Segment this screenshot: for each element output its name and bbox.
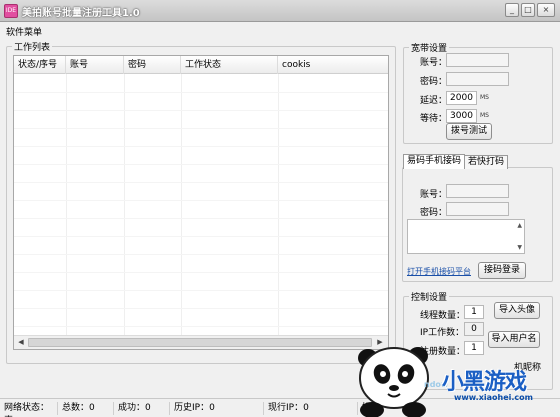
menu-software[interactable]: 软件菜单 xyxy=(6,25,42,38)
sms-password-label: 密码： xyxy=(420,208,448,218)
bb-password-label: 密码： xyxy=(420,77,448,87)
column-password[interactable]: 密码 xyxy=(124,56,181,74)
bb-account-label: 账号： xyxy=(420,58,448,68)
scroll-down-icon[interactable]: ▼ xyxy=(517,244,522,251)
dial-test-button[interactable]: 拨号测试 xyxy=(446,123,492,140)
current-ip: 现行IP：0 xyxy=(264,402,358,415)
ip-work-field[interactable]: 0 xyxy=(464,322,484,336)
column-cookis[interactable]: cookis xyxy=(278,56,388,74)
watermark-logo: 小黑游戏 xyxy=(442,370,527,395)
table-row-divider xyxy=(14,254,388,255)
table-row-divider xyxy=(14,92,388,93)
column-divider xyxy=(124,74,125,336)
bb-wait-label: 等待： xyxy=(420,114,448,124)
bb-password-field[interactable] xyxy=(446,72,509,86)
table-row-divider xyxy=(14,200,388,201)
menu-bar xyxy=(0,22,560,38)
column-status[interactable]: 状态/序号 xyxy=(14,56,66,74)
table-row-divider xyxy=(14,308,388,309)
table-row-divider xyxy=(14,164,388,165)
bb-account-field[interactable] xyxy=(446,53,509,67)
column-account[interactable]: 账号 xyxy=(66,56,124,74)
table-row-divider xyxy=(14,146,388,147)
tab-ruokuai[interactable]: 若快打码 xyxy=(464,155,509,169)
table-row-divider xyxy=(14,182,388,183)
network-status: 网络状态：真 xyxy=(0,402,58,417)
threads-field[interactable]: 1 xyxy=(464,305,484,319)
work-list-legend: 工作列表 xyxy=(12,40,53,53)
column-divider xyxy=(66,74,67,336)
table-header: 状态/序号 账号 密码 工作状态 cookis xyxy=(14,56,388,74)
watermark: ndow 小黑游戏 www.xiaohei.com xyxy=(350,338,560,417)
control-legend: 控制设置 xyxy=(409,290,450,303)
sms-log-textarea[interactable]: ▲ ▼ xyxy=(407,219,525,254)
history-ip: 历史IP：0 xyxy=(170,402,264,415)
sms-password-field[interactable] xyxy=(446,202,509,216)
import-avatar-button[interactable]: 导入头像 xyxy=(494,302,540,319)
minimize-button[interactable]: _ xyxy=(505,3,519,17)
table-row-divider xyxy=(14,236,388,237)
bb-wait-field[interactable]: 3000 xyxy=(446,109,477,123)
table-row-divider xyxy=(14,290,388,291)
success-count: 成功：0 xyxy=(114,402,170,415)
watermark-url: www.xiaohei.com xyxy=(454,393,533,402)
column-divider xyxy=(181,74,182,336)
window-title: 美拍账号批量注册工具1.0 xyxy=(22,8,140,19)
scroll-left-icon[interactable]: ◀ xyxy=(15,337,27,348)
work-table[interactable]: 状态/序号 账号 密码 工作状态 cookis ◀ ▶ xyxy=(13,55,389,350)
threads-label: 线程数量： xyxy=(420,311,466,321)
column-divider xyxy=(278,74,279,336)
ip-work-label: IP工作数： xyxy=(420,328,465,338)
sms-login-button[interactable]: 接码登录 xyxy=(478,262,526,279)
column-work-status[interactable]: 工作状态 xyxy=(181,56,278,74)
bb-delay-label: 延迟： xyxy=(420,96,448,106)
sms-account-field[interactable] xyxy=(446,184,509,198)
sms-account-label: 账号： xyxy=(420,190,448,200)
horizontal-scrollbar[interactable]: ◀ ▶ xyxy=(14,335,388,349)
tab-yima-sms[interactable]: 易码手机接码 xyxy=(403,154,466,169)
scroll-up-icon[interactable]: ▲ xyxy=(517,222,522,229)
bb-delay-unit: MS xyxy=(480,94,489,101)
table-row-divider xyxy=(14,128,388,129)
app-icon: IDE xyxy=(4,4,18,18)
bb-wait-unit: MS xyxy=(480,112,489,119)
open-sms-platform-link[interactable]: 打开手机接码平台 xyxy=(407,266,471,277)
scroll-thumb[interactable] xyxy=(28,338,372,347)
panda-mascot-icon xyxy=(358,347,429,417)
total-count: 总数：0 xyxy=(58,402,114,415)
table-row-divider xyxy=(14,110,388,111)
table-row-divider xyxy=(14,326,388,327)
close-button[interactable]: × xyxy=(537,3,555,17)
broadband-legend: 宽带设置 xyxy=(409,41,450,54)
table-row-divider xyxy=(14,218,388,219)
maximize-button[interactable]: □ xyxy=(521,3,535,17)
bb-delay-field[interactable]: 2000 xyxy=(446,91,477,105)
table-row-divider xyxy=(14,272,388,273)
